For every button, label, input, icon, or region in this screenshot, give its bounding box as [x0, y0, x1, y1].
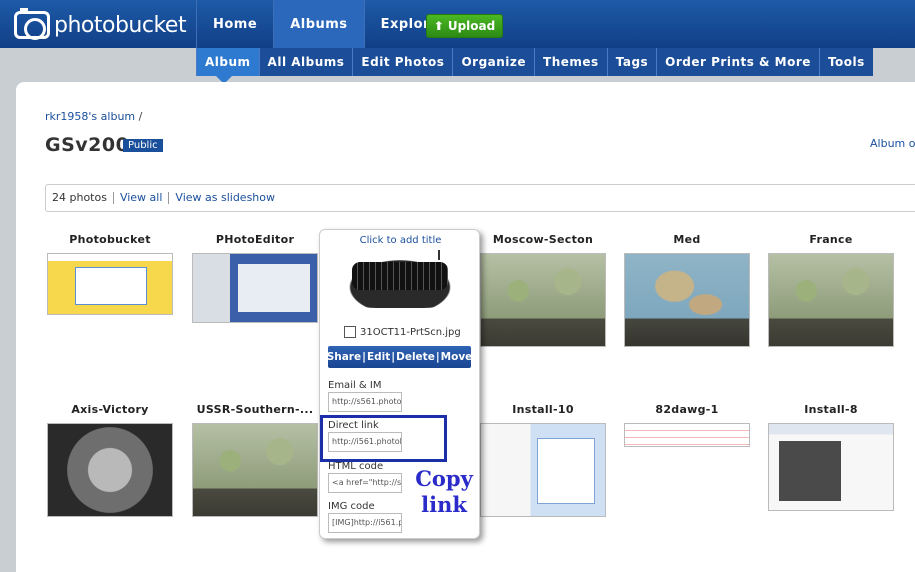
subnav-order-prints[interactable]: Order Prints & More — [656, 48, 819, 76]
thumbnail-image[interactable] — [768, 253, 894, 347]
album-subnav: Album All Albums Edit Photos Organize Th… — [196, 48, 873, 76]
breadcrumb: rkr1958's album / — [45, 110, 142, 123]
subnav-organize[interactable]: Organize — [452, 48, 534, 76]
thumbnail-title[interactable]: Photobucket — [45, 233, 175, 247]
thumbnail-item[interactable]: Axis-Victory — [45, 403, 175, 517]
delete-button[interactable]: Delete — [396, 351, 435, 363]
thumbnail-title[interactable]: PHotoEditor — [190, 233, 320, 247]
album-toolbar: 24 photos View all View as slideshow — [45, 184, 915, 212]
thumbnail-item[interactable]: Moscow-Secton — [478, 233, 608, 347]
thumbnail-item[interactable]: Photobucket — [45, 233, 175, 315]
thumbnail-item[interactable]: France — [766, 233, 896, 347]
top-header: photobucket Home Albums Explore ⬆ Upload — [0, 0, 915, 48]
upload-label: Upload — [447, 19, 496, 33]
thumbnail-image[interactable] — [192, 253, 318, 323]
nav-albums[interactable]: Albums — [273, 0, 364, 48]
thumbnail-image[interactable] — [768, 423, 894, 511]
subnav-all-albums[interactable]: All Albums — [258, 48, 353, 76]
photo-actions-bar: Share | Edit | Delete | Move — [327, 346, 473, 368]
subnav-album[interactable]: Album — [196, 48, 259, 76]
action-separator: | — [362, 351, 366, 363]
upload-arrow-icon: ⬆ — [433, 19, 444, 33]
thumbnail-title[interactable]: 82dawg-1 — [622, 403, 752, 417]
main-nav: Home Albums Explore — [196, 0, 455, 48]
photo-filename: 31OCT11-PrtScn.jpg — [360, 327, 461, 338]
direct-link-highlight-box — [320, 415, 447, 462]
album-title: GSv200 — [45, 134, 130, 156]
photo-count: 24 photos — [52, 191, 107, 204]
move-button[interactable]: Move — [441, 351, 473, 363]
subnav-themes[interactable]: Themes — [534, 48, 607, 76]
photobucket-logo[interactable]: photobucket — [14, 8, 187, 41]
thumbnail-title[interactable]: Install-10 — [478, 403, 608, 417]
breadcrumb-separator: / — [138, 110, 143, 123]
breadcrumb-user-album[interactable]: rkr1958's album — [45, 110, 135, 123]
copy-link-annotation: Copy link — [410, 466, 478, 518]
img-code-field[interactable]: [IMG]http://i561.phot — [328, 513, 402, 533]
thumbnail-image[interactable] — [47, 253, 173, 315]
subnav-edit-photos[interactable]: Edit Photos — [352, 48, 452, 76]
subnav-tags[interactable]: Tags — [606, 48, 656, 76]
thumbnail-title[interactable]: Med — [622, 233, 752, 247]
add-title-link[interactable]: Click to add title — [320, 235, 481, 246]
thumbnail-item[interactable]: USSR-Southern-... — [190, 403, 320, 517]
thumbnail-image[interactable] — [47, 423, 173, 517]
email-label: Email & IM — [328, 380, 382, 391]
edit-button[interactable]: Edit — [367, 351, 390, 363]
thumbnail-image[interactable] — [480, 423, 606, 517]
thumbnail-title[interactable]: Axis-Victory — [45, 403, 175, 417]
annotation-line: Copy — [415, 466, 473, 491]
thumbnail-title[interactable]: USSR-Southern-... — [190, 403, 320, 417]
thumbnail-item[interactable]: 82dawg-1 — [622, 403, 752, 447]
share-button[interactable]: Share — [327, 351, 361, 363]
logo-text: photobucket — [54, 12, 187, 38]
thumbnail-image[interactable] — [624, 253, 750, 347]
thumbnail-item[interactable]: Install-10 — [478, 403, 608, 517]
thumbnail-title[interactable]: France — [766, 233, 896, 247]
subnav-tools[interactable]: Tools — [818, 48, 873, 76]
thumbnail-item[interactable]: Install-8 — [766, 403, 896, 511]
view-all-link[interactable]: View all — [112, 192, 168, 204]
select-checkbox[interactable] — [344, 326, 356, 338]
thumbnail-title[interactable]: Moscow-Secton — [478, 233, 608, 247]
thumbnail-item[interactable]: PHotoEditor — [190, 233, 320, 323]
thumbnail-item[interactable]: Med — [622, 233, 752, 347]
nav-home[interactable]: Home — [196, 0, 273, 48]
img-code-label: IMG code — [328, 501, 375, 512]
keyboard-photo[interactable] — [342, 250, 458, 308]
album-options-link[interactable]: Album op — [870, 137, 915, 150]
public-badge: Public — [123, 139, 163, 152]
thumbnail-image[interactable] — [624, 423, 750, 447]
camera-icon — [14, 8, 50, 40]
email-link-field[interactable]: http://s561.photobuc — [328, 392, 402, 412]
action-separator: | — [435, 351, 440, 363]
slideshow-link[interactable]: View as slideshow — [168, 192, 281, 204]
upload-button[interactable]: ⬆ Upload — [426, 14, 503, 38]
thumbnail-title[interactable]: Install-8 — [766, 403, 896, 417]
html-code-label: HTML code — [328, 461, 384, 472]
action-separator: | — [391, 351, 396, 363]
html-code-field[interactable]: <a href="http://s561 — [328, 473, 402, 493]
thumbnail-image[interactable] — [480, 253, 606, 347]
annotation-line: link — [421, 492, 467, 517]
thumbnail-image[interactable] — [192, 423, 318, 517]
